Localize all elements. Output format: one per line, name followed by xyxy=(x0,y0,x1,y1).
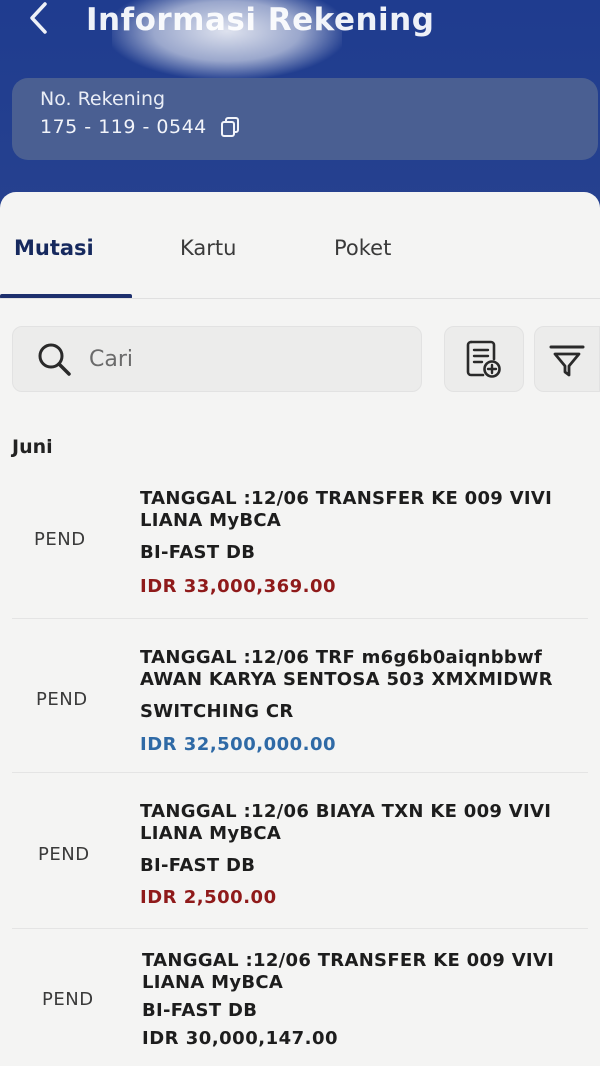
statement-button[interactable] xyxy=(444,326,524,392)
content-sheet: Mutasi Kartu Poket Cari Juni PEND TANGGA… xyxy=(0,192,600,1066)
transaction-description-line1: TANGGAL :12/06 TRF m6g6b0aiqnbbwf xyxy=(140,647,543,668)
account-number-row: 175 - 119 - 0544 xyxy=(40,116,241,138)
divider xyxy=(12,618,588,619)
transaction-amount: IDR 33,000,369.00 xyxy=(140,576,337,597)
back-button[interactable] xyxy=(22,0,56,40)
transaction-status: PEND xyxy=(36,689,88,710)
transaction-amount: IDR 2,500.00 xyxy=(140,887,277,908)
tab-divider xyxy=(0,298,600,299)
transaction-status: PEND xyxy=(38,844,90,865)
transaction-type: BI-FAST DB xyxy=(142,1000,258,1021)
document-add-icon xyxy=(465,339,503,379)
divider xyxy=(12,772,588,773)
transaction-description-line2: LIANA MyBCA xyxy=(140,510,282,531)
account-card: No. Rekening 175 - 119 - 0544 xyxy=(12,78,598,160)
search-input[interactable] xyxy=(89,346,389,372)
search-box[interactable] xyxy=(12,326,422,392)
page-title: Informasi Rekening xyxy=(86,2,435,38)
transaction-description-line2: LIANA MyBCA xyxy=(142,972,284,993)
transaction-description-line2: LIANA MyBCA xyxy=(140,823,282,844)
account-number: 175 - 119 - 0544 xyxy=(40,116,207,138)
tab-bar: Mutasi Kartu Poket xyxy=(0,192,600,300)
transaction-amount: IDR 32,500,000.00 xyxy=(140,734,337,755)
transaction-description-line1: TANGGAL :12/06 BIAYA TXN KE 009 VIVI xyxy=(140,801,552,822)
copy-icon[interactable] xyxy=(219,116,241,138)
transaction-type: BI-FAST DB xyxy=(140,855,256,876)
transaction-description-line2: AWAN KARYA SENTOSA 503 XMXMIDWR xyxy=(140,669,553,690)
tab-kartu[interactable]: Kartu xyxy=(180,236,236,260)
month-header: Juni xyxy=(12,436,53,458)
transaction-description-line1: TANGGAL :12/06 TRANSFER KE 009 VIVI xyxy=(140,488,553,509)
filter-button[interactable] xyxy=(534,326,600,392)
transaction-type: BI-FAST DB xyxy=(140,542,256,563)
divider xyxy=(12,928,588,929)
filter-icon xyxy=(548,339,586,379)
transaction-status: PEND xyxy=(42,989,94,1010)
transaction-status: PEND xyxy=(34,529,86,550)
transaction-description-line1: TANGGAL :12/06 TRANSFER KE 009 VIVI xyxy=(142,950,555,971)
account-label: No. Rekening xyxy=(40,88,166,110)
tab-poket[interactable]: Poket xyxy=(334,236,391,260)
app-header: Informasi Rekening No. Rekening 175 - 11… xyxy=(0,0,600,205)
tab-mutasi[interactable]: Mutasi xyxy=(14,236,94,260)
chevron-left-icon xyxy=(26,1,52,39)
transaction-type: SWITCHING CR xyxy=(140,701,294,722)
transaction-amount: IDR 30,000,147.00 xyxy=(142,1028,339,1049)
search-icon xyxy=(35,340,73,378)
